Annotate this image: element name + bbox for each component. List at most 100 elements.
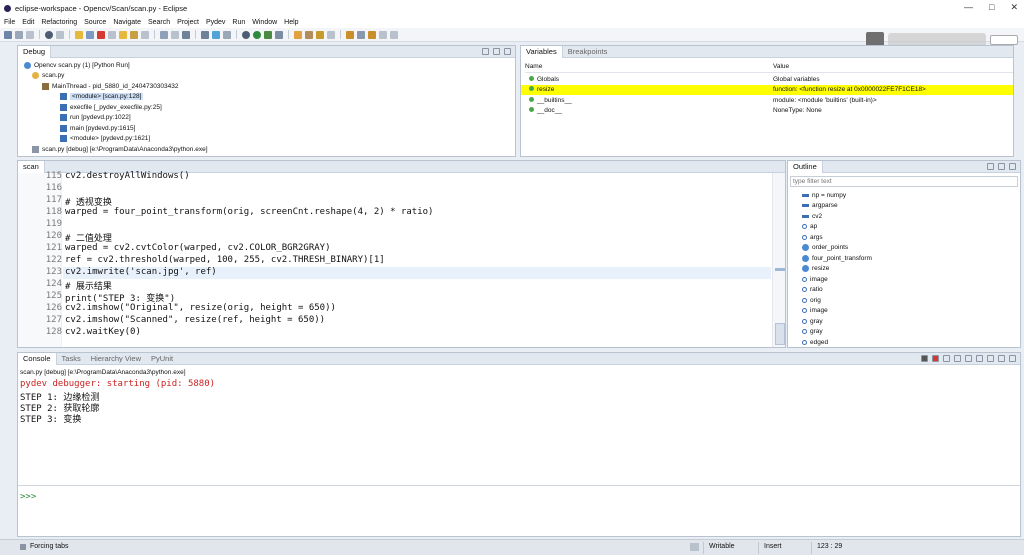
tree-node-interpreter[interactable]: scan.py [debug] [e:\ProgramData\Anaconda… (18, 144, 208, 155)
view-menu-icon[interactable] (1009, 163, 1016, 170)
open-console-icon[interactable] (182, 30, 190, 39)
python-icon[interactable] (212, 30, 220, 39)
outline-item[interactable]: gray (802, 327, 823, 338)
close-button[interactable]: ✕ (1010, 2, 1018, 13)
tab-debug[interactable]: Debug (18, 45, 52, 58)
outline-item[interactable]: ap (802, 222, 817, 233)
remove-launch-icon[interactable] (943, 355, 950, 362)
run-icon[interactable] (253, 30, 261, 39)
menu-pydev[interactable]: Pydev (206, 19, 225, 26)
save-icon[interactable] (15, 30, 23, 39)
step-return-icon[interactable] (141, 30, 149, 39)
outline-item[interactable]: gray (802, 316, 823, 327)
menu-edit[interactable]: Edit (22, 19, 34, 26)
pydev-tools-icon[interactable] (223, 30, 231, 39)
minimize-view-icon[interactable] (493, 48, 500, 55)
tab-console[interactable]: Console (18, 352, 57, 365)
outline-item[interactable]: image (802, 274, 828, 285)
code-line[interactable]: warped = four_point_transform(orig, scre… (65, 207, 433, 217)
menu-navigate[interactable]: Navigate (113, 19, 141, 26)
code-line[interactable]: cv2.waitKey(0) (65, 327, 141, 337)
console-icon[interactable] (921, 355, 928, 362)
menu-help[interactable]: Help (284, 19, 298, 26)
step-over-icon[interactable] (130, 30, 138, 39)
skip-breakpoints-icon[interactable] (56, 30, 64, 39)
column-value[interactable]: Value (773, 63, 789, 70)
tab-variables[interactable]: Variables (521, 45, 563, 58)
display-console-icon[interactable] (987, 355, 994, 362)
open-type-icon[interactable] (160, 30, 168, 39)
disconnect-icon[interactable] (108, 30, 116, 39)
suspend-icon[interactable] (86, 30, 94, 39)
step-into-icon[interactable] (119, 30, 127, 39)
coverage-icon[interactable] (275, 30, 283, 39)
code-line[interactable]: cv2.imshow("Original", resize(orig, heig… (65, 303, 336, 313)
pin-console-icon[interactable] (976, 355, 983, 362)
stack-frame[interactable]: main [pydevd.py:1615] (18, 123, 135, 134)
new-file-icon[interactable] (4, 30, 12, 39)
tab-pyunit[interactable]: PyUnit (146, 353, 178, 365)
resume-icon[interactable] (75, 30, 83, 39)
outline-item[interactable]: np = numpy (802, 190, 846, 201)
outline-item[interactable]: image (802, 306, 828, 317)
menu-window[interactable]: Window (252, 19, 277, 26)
tree-node-thread[interactable]: MainThread - pid_5880_id_2404730303432 (18, 81, 179, 92)
code-line[interactable]: ref = cv2.threshold(warped, 100, 255, cv… (65, 255, 385, 265)
variable-row[interactable]: Globals Global variables (525, 74, 1013, 85)
menu-source[interactable]: Source (84, 19, 106, 26)
code-line[interactable]: warped = cv2.cvtColor(warped, cv2.COLOR_… (65, 243, 331, 253)
heap-icon[interactable] (690, 543, 699, 551)
scroll-lock-icon[interactable] (965, 355, 972, 362)
stack-frame[interactable]: <module> [pydevd.py:1621] (18, 134, 150, 145)
save-all-icon[interactable] (26, 30, 34, 39)
menu-search[interactable]: Search (148, 19, 170, 26)
maximize-view-icon[interactable] (504, 48, 511, 55)
clear-console-icon[interactable] (954, 355, 961, 362)
pencil-icon[interactable] (316, 30, 324, 39)
outline-item[interactable]: edged (802, 337, 828, 347)
tab-outline[interactable]: Outline (788, 161, 823, 173)
toggle-mark-icon[interactable] (201, 30, 209, 39)
code-line-current[interactable]: cv2.imwrite('scan.jpg', ref) (65, 267, 217, 277)
debug-run-icon[interactable] (242, 30, 250, 39)
maximize-view-icon[interactable] (1009, 355, 1016, 362)
outline-item[interactable]: order_points (802, 243, 848, 254)
view-menu-icon[interactable] (482, 48, 489, 55)
tab-breakpoints[interactable]: Breakpoints (563, 46, 613, 58)
previous-annotation-icon[interactable] (357, 30, 365, 39)
menu-project[interactable]: Project (177, 19, 199, 26)
back-icon[interactable] (379, 30, 387, 39)
open-task-icon[interactable] (171, 30, 179, 39)
quick-access-field[interactable] (990, 34, 1018, 45)
variable-row[interactable]: __builtins__ module: <module 'builtins' … (525, 95, 1013, 106)
search-icon[interactable] (327, 30, 335, 39)
forward-icon[interactable] (390, 30, 398, 39)
tab-tasks[interactable]: Tasks (57, 353, 86, 365)
outline-item[interactable]: args (802, 232, 823, 243)
next-annotation-icon[interactable] (346, 30, 354, 39)
variable-row[interactable]: __doc__ NoneType: None (525, 106, 1013, 117)
tab-hierarchy-view[interactable]: Hierarchy View (86, 353, 146, 365)
terminate-icon[interactable] (97, 30, 105, 39)
code-line[interactable]: cv2.destroyAllWindows() (65, 171, 190, 181)
code-line[interactable]: cv2.imshow("Scanned", resize(ref, height… (65, 315, 325, 325)
outline-item[interactable]: four_point_transform (802, 253, 872, 264)
stack-frame-selected[interactable]: <module> [scan.py:128] (18, 92, 144, 103)
outline-filter-input[interactable] (790, 176, 1018, 187)
outline-item[interactable]: argparse (802, 201, 838, 212)
column-name[interactable]: Name (525, 63, 773, 70)
stack-frame[interactable]: run [pydevd.py:1022] (18, 113, 131, 124)
hide-fields-icon[interactable] (998, 163, 1005, 170)
tree-node-launch[interactable]: Opencv scan.py (1) [Python Run] (18, 60, 130, 71)
overview-ruler[interactable] (772, 173, 785, 347)
menu-run[interactable]: Run (232, 19, 245, 26)
outline-item[interactable]: ratio (802, 285, 823, 296)
minimize-view-icon[interactable] (998, 355, 1005, 362)
last-edit-icon[interactable] (368, 30, 376, 39)
menu-file[interactable]: File (4, 19, 15, 26)
outline-item[interactable]: orig (802, 295, 821, 306)
maximize-button[interactable]: □ (989, 2, 994, 13)
stack-frame[interactable]: execfile [_pydev_execfile.py:25] (18, 102, 162, 113)
sort-icon[interactable] (987, 163, 994, 170)
new-project-icon[interactable] (294, 30, 302, 39)
